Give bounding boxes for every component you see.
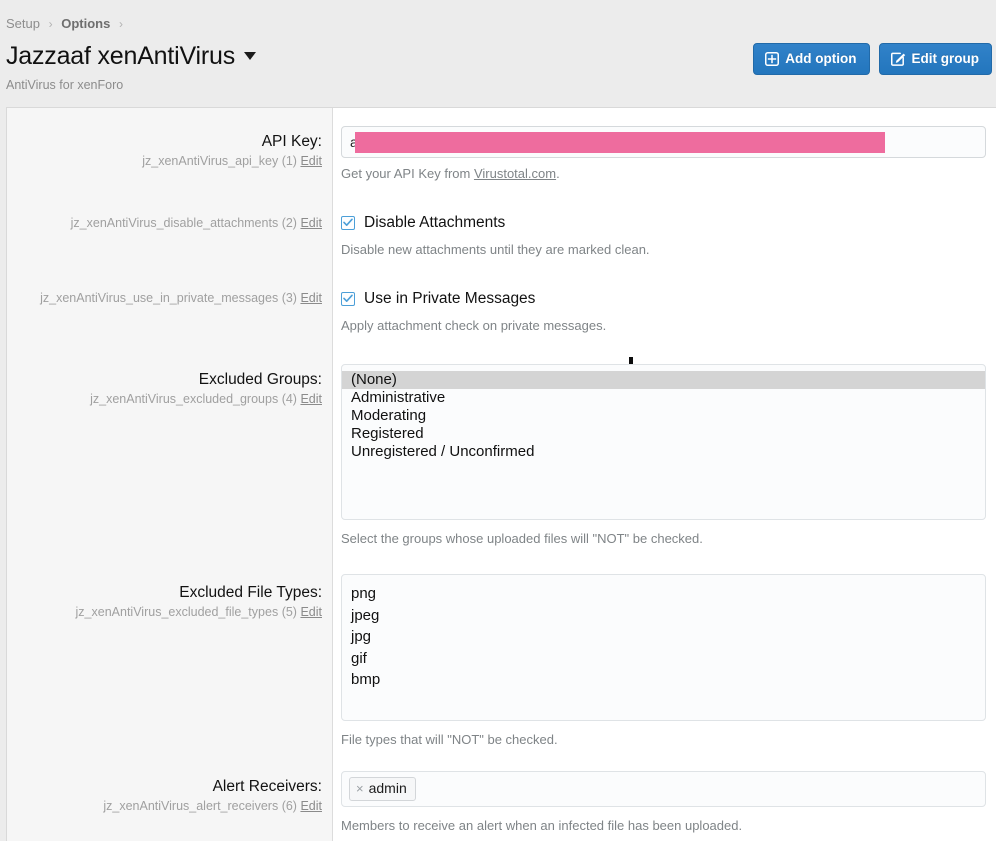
option-label-disable-attachments: jz_xenAntiVirus_disable_attachments (2) …: [71, 215, 322, 232]
option-meta: jz_xenAntiVirus_alert_receivers (6) Edit: [103, 798, 322, 815]
option-meta: jz_xenAntiVirus_excluded_groups (4) Edit: [90, 391, 322, 408]
pencil-square-icon: [890, 52, 906, 66]
option-id: jz_xenAntiVirus_disable_attachments: [70, 216, 279, 230]
excluded-file-types-textarea[interactable]: png jpeg jpg gif bmp: [341, 574, 986, 721]
disable-attachments-row[interactable]: Disable Attachments: [341, 213, 986, 232]
option-title: API Key:: [261, 133, 322, 150]
option-number: (5): [281, 605, 297, 619]
option-field-excluded-groups: (None) Administrative Moderating Registe…: [341, 364, 986, 547]
edit-link[interactable]: Edit: [300, 799, 322, 813]
breadcrumb-separator-icon: ›: [48, 17, 53, 31]
option-number: (6): [281, 799, 297, 813]
option-meta: jz_xenAntiVirus_excluded_file_types (5) …: [76, 604, 322, 621]
disable-attachments-checkbox[interactable]: [341, 215, 355, 230]
alert-receivers-hint: Members to receive an alert when an infe…: [341, 818, 743, 833]
option-number: (4): [281, 392, 297, 406]
list-item[interactable]: Moderating: [342, 407, 985, 425]
option-meta: jz_xenAntiVirus_disable_attachments (2) …: [71, 215, 322, 232]
options-control-column: Get your API Key from Virustotal.com. Di…: [333, 108, 996, 841]
edit-link[interactable]: Edit: [300, 216, 322, 230]
token-chip[interactable]: × admin: [349, 777, 416, 801]
token-label: admin: [368, 780, 407, 796]
option-id: jz_xenAntiVirus_use_in_private_messages: [40, 291, 279, 305]
use-in-private-messages-row[interactable]: Use in Private Messages: [341, 289, 986, 308]
option-field-alert-receivers: × admin Members to receive an alert when…: [341, 771, 986, 834]
add-option-button-label: Add option: [785, 51, 857, 66]
disable-attachments-hint: Disable new attachments until they are m…: [341, 242, 650, 257]
option-field-excluded-file-types: png jpeg jpg gif bmp File types that wil…: [341, 574, 986, 748]
breadcrumb: Setup › Options ›: [6, 16, 986, 32]
checkmark-icon: [343, 294, 353, 302]
option-title: Excluded File Types:: [179, 584, 322, 601]
list-item[interactable]: Unregistered / Unconfirmed: [342, 443, 985, 461]
header-buttons: Add option Edit group: [753, 43, 992, 75]
hint-text-suffix: .: [556, 166, 560, 181]
edit-link[interactable]: Edit: [300, 291, 322, 305]
option-meta: jz_xenAntiVirus_api_key (1) Edit: [142, 153, 322, 170]
api-key-hint: Get your API Key from Virustotal.com.: [341, 165, 986, 182]
excluded-groups-listbox[interactable]: (None) Administrative Moderating Registe…: [341, 364, 986, 520]
option-number: (3): [281, 291, 297, 305]
option-id: jz_xenAntiVirus_alert_receivers: [103, 799, 279, 813]
option-id: jz_xenAntiVirus_excluded_file_types: [75, 605, 279, 619]
option-number: (1): [281, 154, 297, 168]
option-label-use-in-private-messages: jz_xenAntiVirus_use_in_private_messages …: [40, 290, 322, 307]
option-title: Alert Receivers:: [212, 778, 322, 795]
add-option-button[interactable]: Add option: [753, 43, 870, 75]
list-item[interactable]: Registered: [342, 425, 985, 443]
list-item[interactable]: Administrative: [342, 389, 985, 407]
page-header: Setup › Options › Jazzaaf xenAntiVirus A…: [0, 0, 996, 107]
edit-link[interactable]: Edit: [300, 392, 322, 406]
hint-text: Get your API Key from: [341, 166, 474, 181]
page-title: Jazzaaf xenAntiVirus: [6, 42, 235, 70]
option-field-disable-attachments: Disable Attachments Disable new attachme…: [341, 213, 986, 258]
breadcrumb-separator-icon: ›: [118, 17, 123, 31]
option-label-excluded-groups: Excluded Groups: jz_xenAntiVirus_exclude…: [90, 370, 322, 408]
use-in-private-messages-checkbox[interactable]: [341, 291, 355, 306]
breadcrumb-item-setup[interactable]: Setup: [6, 16, 40, 31]
option-label-api-key: API Key: jz_xenAntiVirus_api_key (1) Edi…: [142, 132, 322, 170]
list-item[interactable]: (None): [342, 371, 985, 389]
chevron-down-icon[interactable]: [244, 52, 256, 60]
option-id: jz_xenAntiVirus_excluded_groups: [90, 392, 279, 406]
disable-attachments-label[interactable]: Disable Attachments: [364, 213, 505, 232]
breadcrumb-item-options[interactable]: Options: [61, 16, 110, 31]
option-field-use-in-private-messages: Use in Private Messages Apply attachment…: [341, 289, 986, 334]
option-id: jz_xenAntiVirus_api_key: [142, 154, 279, 168]
plus-square-icon: [765, 52, 780, 66]
edit-group-button-label: Edit group: [911, 51, 980, 66]
api-key-input-wrap: [341, 126, 986, 158]
edit-link[interactable]: Edit: [300, 605, 322, 619]
option-label-excluded-file-types: Excluded File Types: jz_xenAntiVirus_exc…: [76, 583, 322, 621]
option-title: Excluded Groups:: [198, 371, 322, 388]
use-in-private-messages-label[interactable]: Use in Private Messages: [364, 289, 535, 308]
options-label-column: API Key: jz_xenAntiVirus_api_key (1) Edi…: [7, 108, 333, 841]
excluded-groups-hint: Select the groups whose uploaded files w…: [341, 531, 703, 546]
close-icon[interactable]: ×: [356, 781, 364, 796]
edit-link[interactable]: Edit: [300, 154, 322, 168]
options-panel: API Key: jz_xenAntiVirus_api_key (1) Edi…: [6, 107, 996, 841]
use-in-private-messages-hint: Apply attachment check on private messag…: [341, 318, 607, 333]
option-label-alert-receivers: Alert Receivers: jz_xenAntiVirus_alert_r…: [103, 777, 322, 815]
edit-group-button[interactable]: Edit group: [878, 43, 992, 75]
option-field-api-key: Get your API Key from Virustotal.com.: [341, 126, 986, 182]
excluded-file-types-hint: File types that will "NOT" be checked.: [341, 732, 558, 747]
option-number: (2): [281, 216, 297, 230]
api-key-input[interactable]: [341, 126, 986, 158]
virustotal-link[interactable]: Virustotal.com: [474, 166, 556, 181]
option-meta: jz_xenAntiVirus_use_in_private_messages …: [40, 290, 322, 307]
checkmark-icon: [343, 218, 353, 226]
alert-receivers-input[interactable]: × admin: [341, 771, 986, 807]
page-subtitle: AntiVirus for xenForo: [6, 78, 124, 92]
